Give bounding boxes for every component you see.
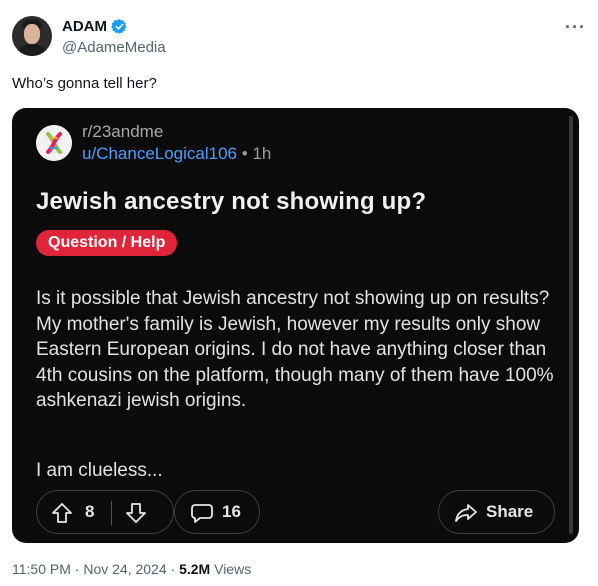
post-body: Is it possible that Jewish ancestry not … xyxy=(36,288,554,412)
meta-separator: · xyxy=(74,561,80,577)
avatar-face xyxy=(24,24,40,44)
post-title[interactable]: Jewish ancestry not showing up? xyxy=(36,188,426,216)
comment-bubble-icon xyxy=(191,504,213,523)
post-author-row: u/ChanceLogical106 • 1h xyxy=(82,144,271,164)
reddit-post-card[interactable]: r/23andme u/ChanceLogical106 • 1h Jewish… xyxy=(12,108,579,543)
share-arrow-icon xyxy=(455,504,477,522)
post-time: 1h xyxy=(252,144,272,163)
avatar[interactable] xyxy=(12,16,52,56)
vote-control: 8 xyxy=(36,490,174,534)
share-label: Share xyxy=(486,502,534,521)
tweet-date[interactable]: Nov 24, 2024 xyxy=(83,561,166,577)
more-dots-icon[interactable]: ··· xyxy=(565,18,586,36)
avatar-suit xyxy=(16,44,48,56)
comments-button[interactable]: 16 xyxy=(174,490,260,534)
downvote-arrow-icon[interactable] xyxy=(125,502,147,524)
vote-divider xyxy=(111,501,112,525)
comment-count: 16 xyxy=(222,502,241,521)
subreddit-name[interactable]: r/23andme xyxy=(82,122,163,142)
tweet-time[interactable]: 11:50 PM xyxy=(12,561,71,577)
upvote-arrow-icon[interactable] xyxy=(51,502,73,524)
author-name[interactable]: ADAM xyxy=(62,18,107,35)
scrollbar[interactable] xyxy=(569,116,573,534)
post-body-closing: I am clueless... xyxy=(36,460,163,481)
tweet-header: ADAM @AdameMedia ··· xyxy=(12,14,586,60)
post-username[interactable]: u/ChanceLogical106 xyxy=(82,144,237,163)
tweet-meta: 11:50 PM · Nov 24, 2024 · 5.2M Views xyxy=(12,561,251,577)
views-label: Views xyxy=(214,561,252,577)
vote-count: 8 xyxy=(85,502,95,521)
post-flair[interactable]: Question / Help xyxy=(36,230,178,256)
share-button[interactable]: Share xyxy=(438,490,555,534)
tweet-text: Who’s gonna tell her? xyxy=(12,75,157,92)
verified-badge-icon xyxy=(111,19,127,34)
subreddit-23andme-icon xyxy=(36,125,72,161)
views-count: 5.2M xyxy=(179,561,211,577)
time-separator: • xyxy=(241,144,248,163)
author-handle[interactable]: @AdameMedia xyxy=(62,39,166,56)
meta-separator: · xyxy=(170,561,176,577)
name-row: ADAM xyxy=(62,18,128,35)
